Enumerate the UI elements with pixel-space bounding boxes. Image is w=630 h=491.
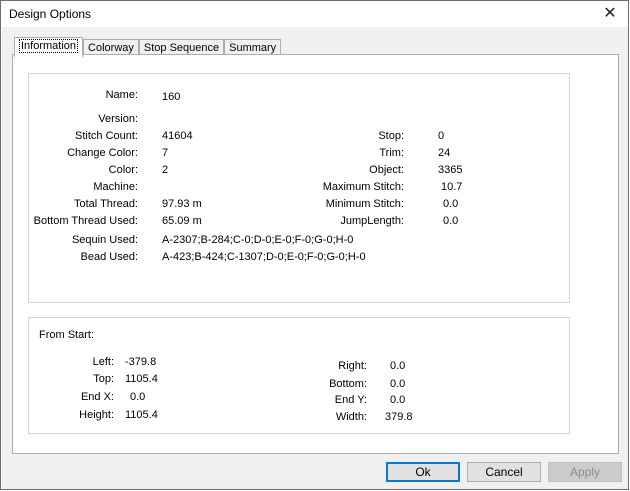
stop-label: Stop: [378,130,404,142]
bottom-thread-label: Bottom Thread Used: [33,215,138,227]
version-label: Version: [98,113,138,125]
max-stitch-label: Maximum Stitch: [322,181,404,193]
sequin-label: Sequin Used: [71,234,138,246]
end-y-value: 0.0 [390,394,406,406]
end-y-label: End Y: [334,394,367,406]
design-options-dialog: Design Options ✕ Information Colorway St… [0,0,629,490]
height-value: 1105.4 [125,409,158,421]
right-value: 0.0 [390,360,406,372]
jump-length-label: JumpLength: [340,215,404,227]
left-label: Left: [92,356,114,368]
tab-information-label: Information [19,39,79,53]
object-value: 3365 [438,164,463,176]
from-start-heading: From Start: [39,329,95,341]
ok-button[interactable]: Ok [386,462,460,482]
right-label: Right: [338,360,367,372]
bottom-thread-value: 65.09 m [162,215,202,227]
total-thread-value: 97.93 m [162,198,202,210]
change-color-value: 7 [162,147,169,159]
dialog-body: Information Colorway Stop Sequence Summa… [2,27,628,489]
object-label: Object: [369,164,404,176]
bead-label: Bead Used: [80,251,138,263]
cancel-button[interactable]: Cancel [467,462,541,482]
change-color-label: Change Color: [67,147,138,159]
end-x-label: End X: [80,391,114,403]
bottom-label: Bottom: [329,378,367,390]
dialog-title: Design Options [9,7,92,21]
close-icon[interactable]: ✕ [598,3,622,25]
from-start-group: From Start: Left: -379.8 Top: 1105.4 End… [28,317,570,434]
name-value: 160 [162,91,181,103]
width-value: 379.8 [385,411,413,423]
stitch-count-value: 41604 [162,130,193,142]
width-label: Width: [335,411,367,423]
min-stitch-label: Minimum Stitch: [325,198,404,210]
stop-value: 0 [438,130,445,142]
jump-length-value: 0.0 [443,215,459,227]
height-label: Height: [79,409,114,421]
design-info-group: Name: 160 Version: Stitch Count: 41604 C… [28,73,570,303]
min-stitch-value: 0.0 [443,198,459,210]
apply-button: Apply [548,462,622,482]
trim-label: Trim: [379,147,404,159]
name-label: Name: [105,89,138,101]
tab-information[interactable]: Information [14,37,84,57]
sequin-value: A-2307;B-284;C-0;D-0;E-0;F-0;G-0;H-0 [162,234,354,246]
information-panel: Name: 160 Version: Stitch Count: 41604 C… [12,54,619,454]
bottom-value: 0.0 [390,378,406,390]
total-thread-label: Total Thread: [73,198,138,210]
trim-value: 24 [438,147,451,159]
color-label: Color: [108,164,138,176]
top-label: Top: [93,373,114,385]
tab-strip: Information Colorway Stop Sequence Summa… [14,37,282,57]
left-value: -379.8 [125,356,157,368]
max-stitch-value: 10.7 [441,181,463,193]
machine-label: Machine: [93,181,138,193]
color-value: 2 [162,164,169,176]
bead-value: A-423;B-424;C-1307;D-0;E-0;F-0;G-0;H-0 [162,251,366,263]
stitch-count-label: Stitch Count: [75,130,138,142]
title-bar: Design Options ✕ [1,1,628,27]
top-value: 1105.4 [125,373,158,385]
end-x-value: 0.0 [130,391,146,403]
